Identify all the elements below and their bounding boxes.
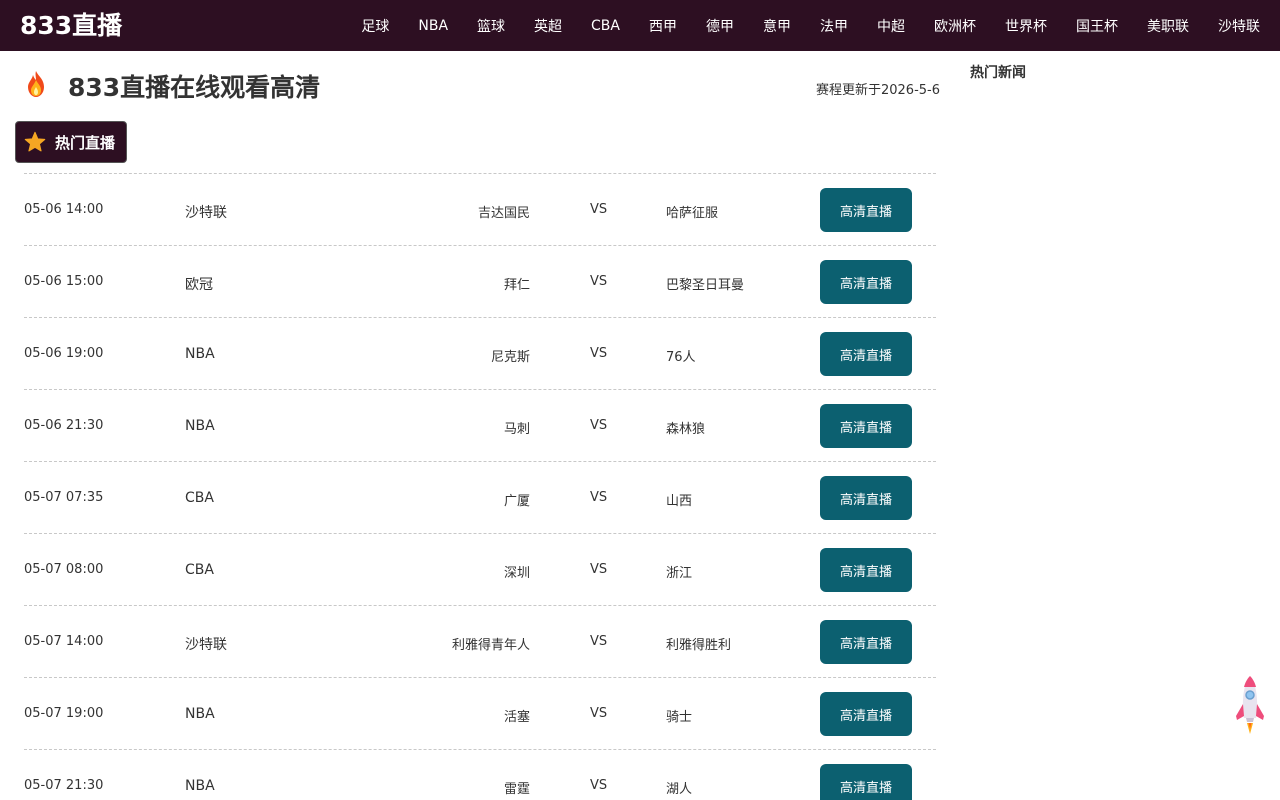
- match-time: 05-06 19:00: [24, 346, 104, 361]
- match-row: 05-06 15:00 欧冠 拜仁 VS 巴黎圣日耳曼 高清直播: [24, 246, 936, 318]
- vs-label: VS: [590, 346, 608, 361]
- vs-label: VS: [590, 418, 608, 433]
- home-team: 吉达国民: [477, 206, 530, 221]
- watch-live-button[interactable]: 高清直播: [820, 260, 912, 304]
- nav-item[interactable]: 中超: [877, 16, 905, 36]
- match-time: 05-06 15:00: [24, 274, 104, 289]
- nav-item[interactable]: 足球: [361, 16, 389, 36]
- match-time: 05-07 08:00: [24, 562, 104, 577]
- main-nav: 足球 NBA 篮球 英超 CBA 西甲 德甲 意甲 法甲 中超 欧洲杯 世界杯 …: [332, 0, 1260, 51]
- watch-live-button[interactable]: 高清直播: [820, 332, 912, 376]
- match-time: 05-07 07:35: [24, 490, 104, 505]
- match-time: 05-06 21:30: [24, 418, 104, 433]
- match-league: NBA: [185, 706, 215, 722]
- vs-label: VS: [590, 202, 608, 217]
- watch-live-button[interactable]: 高清直播: [820, 692, 912, 736]
- match-time: 05-07 19:00: [24, 706, 104, 721]
- nav-item[interactable]: 德甲: [706, 16, 734, 36]
- match-row: 05-07 14:00 沙特联 利雅得青年人 VS 利雅得胜利 高清直播: [24, 606, 936, 678]
- away-team: 湖人: [666, 782, 693, 797]
- nav-item[interactable]: 世界杯: [1005, 16, 1047, 36]
- site-logo[interactable]: 833直播: [20, 9, 122, 43]
- match-row: 05-07 07:35 CBA 广厦 VS 山西 高清直播: [24, 462, 936, 534]
- home-team: 深圳: [503, 566, 530, 581]
- rocket-icon[interactable]: [1234, 674, 1266, 736]
- match-league: 欧冠: [185, 277, 213, 293]
- tab-hot-live[interactable]: 热门直播: [15, 121, 127, 163]
- nav-item[interactable]: 意甲: [763, 16, 791, 36]
- match-schedule: 05-06 14:00 沙特联 吉达国民 VS 哈萨征服 高清直播 05-06 …: [24, 173, 936, 800]
- nav-item[interactable]: 英超: [534, 16, 562, 36]
- match-league: NBA: [185, 346, 215, 362]
- watch-live-button[interactable]: 高清直播: [820, 476, 912, 520]
- nav-item[interactable]: 西甲: [649, 16, 677, 36]
- match-league: 沙特联: [185, 637, 227, 653]
- away-team: 巴黎圣日耳曼: [666, 278, 745, 293]
- top-header: 833直播 足球 NBA 篮球 英超 CBA 西甲 德甲 意甲 法甲 中超 欧洲…: [0, 0, 1280, 51]
- away-team: 利雅得胜利: [666, 638, 732, 653]
- home-team: 雷霆: [503, 782, 530, 797]
- away-team: 山西: [666, 494, 693, 509]
- away-team: 哈萨征服: [666, 206, 719, 221]
- away-team: 浙江: [666, 566, 693, 581]
- tab-label: 热门直播: [55, 134, 116, 152]
- home-team: 广厦: [503, 494, 530, 509]
- match-league: NBA: [185, 418, 215, 434]
- match-row: 05-06 21:30 NBA 马刺 VS 森林狼 高清直播: [24, 390, 936, 462]
- match-time: 05-07 21:30: [24, 778, 104, 793]
- away-team: 森林狼: [666, 422, 706, 437]
- watch-live-button[interactable]: 高清直播: [820, 404, 912, 448]
- watch-live-button[interactable]: 高清直播: [820, 764, 912, 800]
- vs-label: VS: [590, 274, 608, 289]
- match-league: NBA: [185, 778, 215, 794]
- nav-item[interactable]: 篮球: [477, 16, 505, 36]
- match-league: 沙特联: [185, 205, 227, 221]
- nav-item[interactable]: 法甲: [820, 16, 848, 36]
- vs-label: VS: [590, 778, 608, 793]
- nav-item[interactable]: 沙特联: [1218, 16, 1260, 36]
- nav-item[interactable]: 欧洲杯: [934, 16, 976, 36]
- match-row: 05-06 19:00 NBA 尼克斯 VS 76人 高清直播: [24, 318, 936, 390]
- vs-label: VS: [590, 634, 608, 649]
- vs-label: VS: [590, 706, 608, 721]
- home-team: 尼克斯: [490, 350, 530, 365]
- match-time: 05-06 14:00: [24, 202, 104, 217]
- match-row: 05-07 08:00 CBA 深圳 VS 浙江 高清直播: [24, 534, 936, 606]
- nav-item[interactable]: NBA: [418, 18, 448, 34]
- vs-label: VS: [590, 490, 608, 505]
- match-league: CBA: [185, 562, 214, 578]
- match-time: 05-07 14:00: [24, 634, 104, 649]
- hot-news-title: 热门新闻: [970, 65, 1026, 81]
- match-row: 05-06 14:00 沙特联 吉达国民 VS 哈萨征服 高清直播: [24, 174, 936, 246]
- nav-item[interactable]: 国王杯: [1076, 16, 1118, 36]
- home-team: 马刺: [503, 422, 530, 437]
- watch-live-button[interactable]: 高清直播: [820, 188, 912, 232]
- match-league: CBA: [185, 490, 214, 506]
- match-row: 05-07 21:30 NBA 雷霆 VS 湖人 高清直播: [24, 750, 936, 800]
- nav-item[interactable]: CBA: [591, 18, 620, 34]
- nav-item[interactable]: 美职联: [1147, 16, 1189, 36]
- fire-icon: [28, 71, 44, 97]
- away-team: 骑士: [666, 710, 693, 725]
- home-team: 利雅得青年人: [451, 638, 530, 653]
- watch-live-button[interactable]: 高清直播: [820, 548, 912, 592]
- home-team: 活塞: [503, 710, 530, 725]
- watch-live-button[interactable]: 高清直播: [820, 620, 912, 664]
- vs-label: VS: [590, 562, 608, 577]
- schedule-updated-date: 赛程更新于2026-5-6: [815, 83, 940, 98]
- page-title: 833直播在线观看高清: [68, 73, 321, 102]
- match-row: 05-07 19:00 NBA 活塞 VS 骑士 高清直播: [24, 678, 936, 750]
- title-row: 833直播在线观看高清 赛程更新于2026-5-6: [20, 64, 940, 108]
- star-icon: [24, 131, 46, 152]
- home-team: 拜仁: [503, 278, 530, 293]
- away-team: 76人: [666, 350, 696, 365]
